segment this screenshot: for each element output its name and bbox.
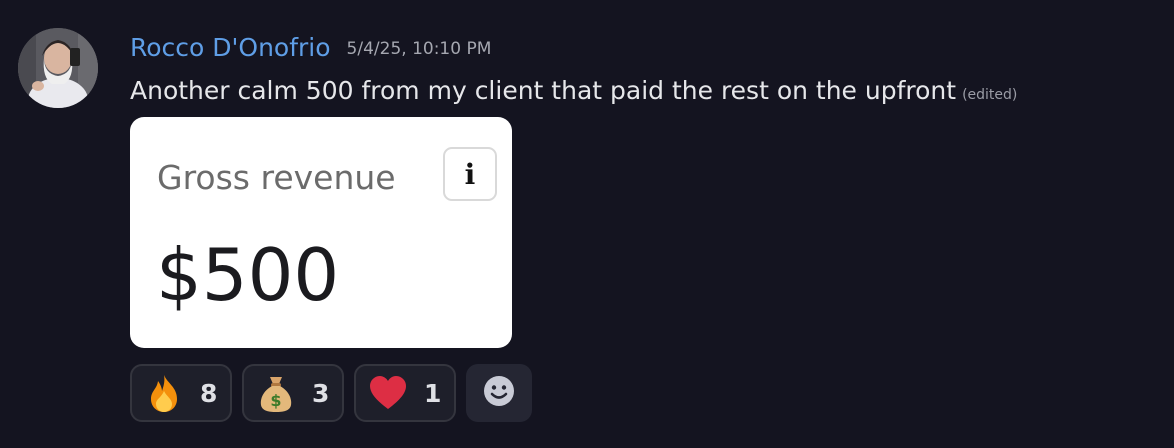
message-header: Rocco D'Onofrio 5/4/25, 10:10 PM <box>130 30 491 64</box>
reaction-fire[interactable]: 8 <box>130 364 232 422</box>
fire-icon <box>144 373 184 413</box>
message-text: Another calm 500 from my client that pai… <box>130 76 957 105</box>
reaction-count: 1 <box>424 378 442 408</box>
username[interactable]: Rocco D'Onofrio <box>130 33 331 62</box>
money-bag-icon: $ <box>256 373 296 413</box>
avatar[interactable] <box>18 28 98 108</box>
info-icon: i <box>443 147 497 201</box>
smiley-icon <box>483 375 515 411</box>
chat-message: Rocco D'Onofrio 5/4/25, 10:10 PM Another… <box>0 0 1174 448</box>
card-title: Gross revenue <box>157 158 396 197</box>
message-content: Another calm 500 from my client that pai… <box>130 74 1017 112</box>
reaction-count: 3 <box>312 378 330 408</box>
svg-text:$: $ <box>270 391 281 410</box>
reaction-money-bag[interactable]: $ 3 <box>242 364 344 422</box>
reaction-red-heart[interactable]: 1 <box>354 364 456 422</box>
card-value: $500 <box>156 233 340 317</box>
timestamp[interactable]: 5/4/25, 10:10 PM <box>347 39 492 59</box>
edited-label: (edited) <box>962 87 1018 103</box>
reaction-count: 8 <box>200 378 218 408</box>
add-reaction-button[interactable] <box>466 364 532 422</box>
red-heart-icon <box>368 373 408 413</box>
reactions-bar: 8 $ 3 1 <box>130 364 532 422</box>
image-attachment[interactable]: Gross revenue i $500 <box>130 117 512 348</box>
